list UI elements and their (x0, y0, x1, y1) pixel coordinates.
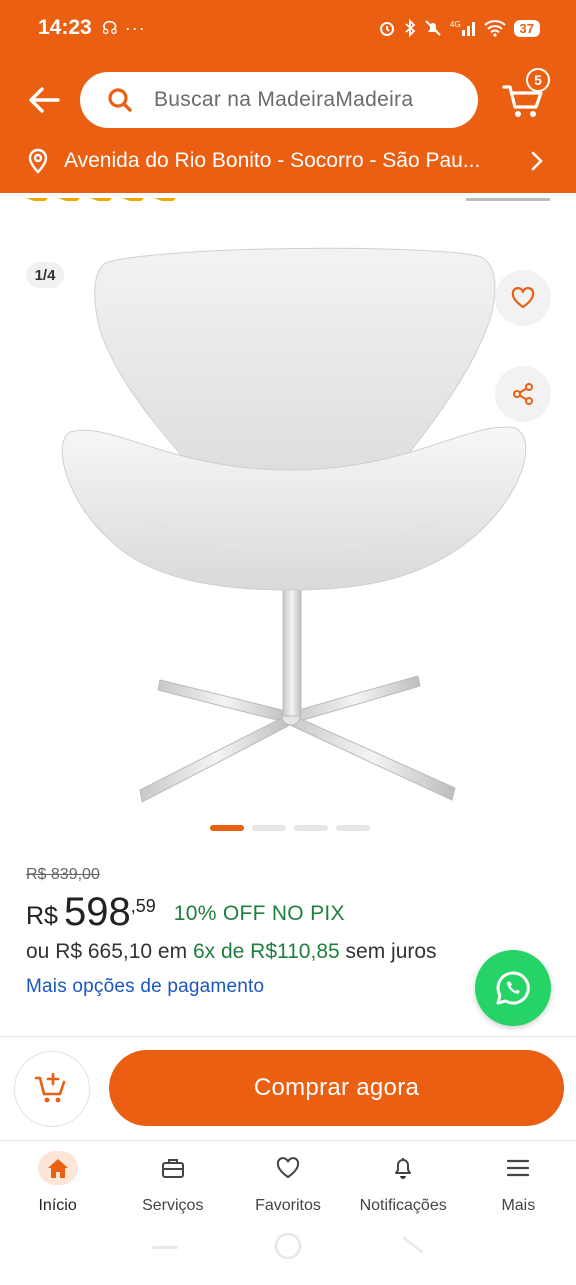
pix-discount-label: 10% OFF NO PIX (173, 902, 345, 925)
tab-label: Serviços (142, 1197, 204, 1214)
cart-plus-icon (34, 1072, 66, 1103)
search-bar[interactable]: Buscar na MadeiraMadeira (80, 72, 478, 128)
back-button[interactable] (22, 78, 66, 122)
product-image-gallery[interactable]: 1/4 (0, 200, 576, 840)
pagination-dot-4[interactable] (336, 825, 370, 831)
share-icon (513, 383, 533, 405)
current-price: R$ 598 ,59 10% OFF NO PIX (26, 890, 345, 935)
svg-text:4G: 4G (450, 20, 461, 29)
home-icon (37, 1151, 78, 1185)
menu-icon (498, 1151, 538, 1185)
pagination-dot-1[interactable] (210, 825, 244, 831)
back-nav-button (402, 1236, 424, 1254)
pagination-dot-2[interactable] (252, 825, 286, 831)
old-price: R$ 839,00 (26, 866, 100, 883)
price-integer: 598 (63, 890, 131, 934)
tab-inicio[interactable]: Início (0, 1141, 115, 1220)
bottom-tab-bar: Início Serviços Favoritos Notificações M… (0, 1140, 576, 1220)
product-image-swivel-chair (61, 247, 527, 803)
price-cents: ,59 (130, 896, 156, 916)
status-bar: 14:23 ☊ ··· 4G 37 (0, 0, 576, 56)
buy-now-button[interactable]: Comprar agora (109, 1050, 564, 1126)
chevron-right-icon (531, 151, 543, 171)
recent-apps-button (152, 1246, 178, 1249)
mute-icon (424, 20, 441, 36)
cart-count-badge: 5 (526, 68, 550, 92)
location-pin-icon (28, 148, 48, 174)
installments-prefix: ou R$ 665,10 em (26, 940, 188, 963)
wifi-icon (483, 20, 506, 37)
search-input[interactable]: Buscar na MadeiraMadeira (154, 88, 413, 112)
search-icon (108, 88, 132, 112)
tab-favoritos[interactable]: Favoritos (230, 1141, 345, 1220)
pagination-dot-3[interactable] (294, 825, 328, 831)
tab-label: Notificações (359, 1197, 447, 1214)
status-time: 14:23 (38, 16, 92, 39)
image-counter: 1/4 (26, 262, 64, 288)
installments-highlight: 6x de R$110,85 (192, 940, 340, 963)
price-currency: R$ (26, 902, 58, 930)
tab-notificacoes[interactable]: Notificações (346, 1141, 461, 1220)
more-payment-options-link[interactable]: Mais opções de pagamento (26, 976, 264, 998)
installments-info: ou R$ 665,10 em 6x de R$110,85 sem juros (26, 940, 437, 964)
tab-label: Favoritos (255, 1197, 321, 1214)
gallery-pagination (210, 825, 370, 831)
installments-suffix: sem juros (345, 940, 437, 963)
bluetooth-icon (404, 19, 415, 37)
signal-icon: 4G (450, 20, 475, 36)
tab-servicos[interactable]: Serviços (115, 1141, 230, 1220)
divider (0, 1036, 576, 1037)
alarm-icon (379, 22, 394, 36)
arrow-left-icon (29, 87, 60, 113)
home-button (274, 1232, 302, 1260)
tab-mais[interactable]: Mais (461, 1141, 576, 1220)
tab-label: Início (38, 1197, 77, 1214)
battery-indicator: 37 (513, 19, 540, 37)
whatsapp-button[interactable] (475, 950, 551, 1026)
share-button[interactable] (495, 366, 551, 422)
whatsapp-icon (496, 971, 530, 1005)
tab-label: Mais (501, 1197, 536, 1214)
favorite-button[interactable] (495, 270, 551, 326)
status-right-icons: 4G 37 (378, 19, 540, 37)
status-extra-icons: ☊ ··· (101, 17, 146, 38)
system-navigation-bar (0, 1222, 576, 1280)
app-header: 14:23 ☊ ··· 4G 37 Buscar na MadeiraMadei… (0, 0, 576, 193)
briefcase-icon (153, 1151, 193, 1185)
delivery-address: Avenida do Rio Bonito - Socorro - São Pa… (64, 149, 481, 172)
heart-icon (511, 287, 535, 309)
add-to-cart-button[interactable] (14, 1051, 90, 1127)
delivery-address-bar[interactable]: Avenida do Rio Bonito - Socorro - São Pa… (26, 141, 556, 181)
heart-icon (268, 1151, 308, 1185)
bell-icon (383, 1151, 423, 1185)
